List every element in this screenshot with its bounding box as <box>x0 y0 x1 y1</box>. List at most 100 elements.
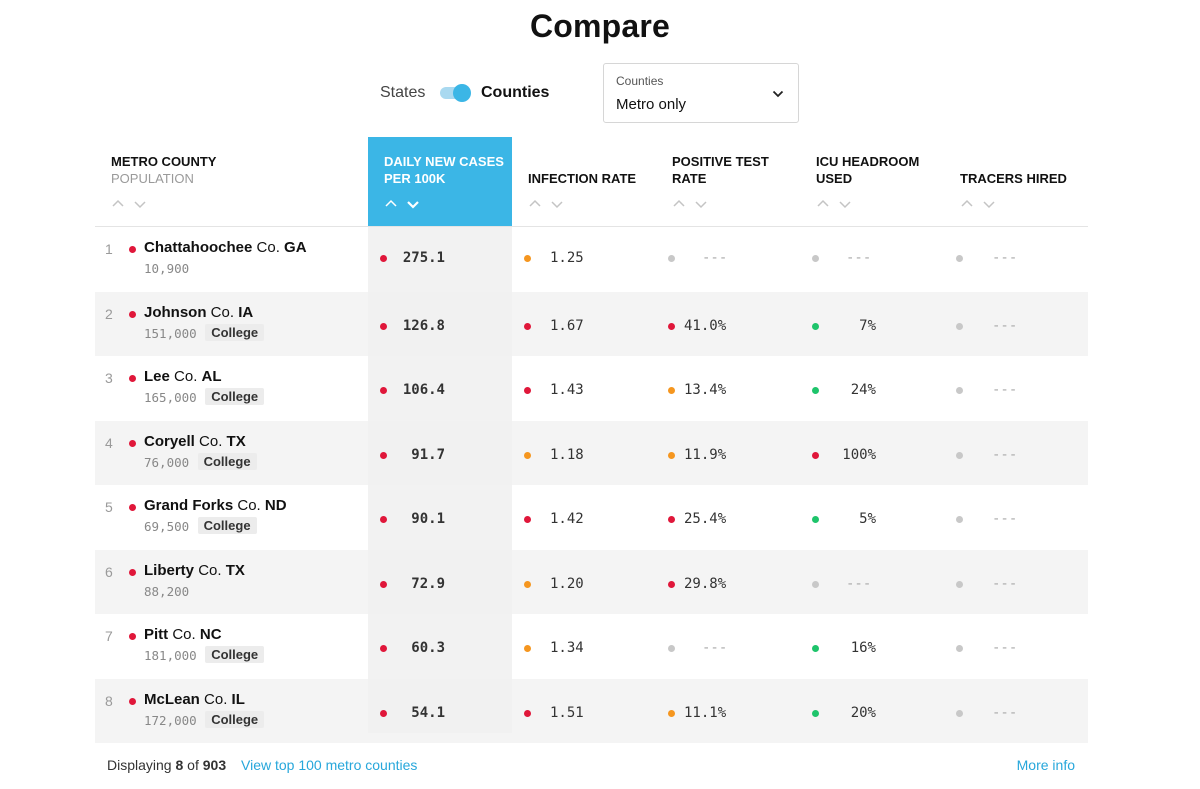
states-counties-toggle[interactable] <box>440 84 471 102</box>
sort-descending-icon[interactable] <box>133 197 147 211</box>
status-dot <box>956 255 963 262</box>
county-suffix: Co. <box>204 690 228 708</box>
sort-ascending-icon[interactable] <box>816 197 830 211</box>
county-suffix: Co. <box>199 432 223 450</box>
county-name[interactable]: Grand Forks Co. ND <box>144 497 287 514</box>
column-header-icu[interactable]: ICU HEADROOM USED <box>800 137 944 226</box>
column-header-cases[interactable]: DAILY NEW CASES PER 100K <box>368 137 512 226</box>
county-name-text: Grand Forks <box>144 497 234 514</box>
sort-controls[interactable] <box>960 197 1000 211</box>
sort-controls[interactable] <box>384 197 424 211</box>
metric-icu: 24% <box>850 382 876 398</box>
county-name[interactable]: Chattahoochee Co. GA <box>144 239 307 256</box>
college-badge: College <box>197 517 257 534</box>
county-name[interactable]: Lee Co. AL <box>144 368 222 385</box>
county-suffix: Co. <box>237 497 261 514</box>
county-suffix: Co. <box>256 239 280 256</box>
sort-descending-icon[interactable] <box>982 197 996 211</box>
status-dot <box>956 516 963 523</box>
sort-descending-icon[interactable] <box>838 197 852 211</box>
sort-ascending-icon[interactable] <box>528 197 542 211</box>
metric-infection: 1.20 <box>550 575 584 592</box>
sort-ascending-icon[interactable] <box>672 197 686 211</box>
metric-cases: 90.1 <box>411 511 445 527</box>
view-top-100-link[interactable]: View top 100 metro counties <box>241 757 417 773</box>
college-badge: College <box>205 388 265 405</box>
sort-ascending-icon[interactable] <box>960 197 974 211</box>
counties-filter-dropdown[interactable]: Counties Metro only <box>603 63 799 123</box>
table-row[interactable]: 5 Grand Forks Co. ND 69,500 College 90.1 1.42… <box>95 485 1088 550</box>
metric-infection: 1.43 <box>550 382 584 398</box>
status-dot <box>380 645 387 652</box>
row-rank: 3 <box>105 370 113 386</box>
row-rank: 7 <box>105 628 113 644</box>
status-dot <box>129 375 136 382</box>
status-dot <box>668 709 675 717</box>
table-footer: Displaying 8 of 903 View top 100 metro c… <box>0 757 1200 777</box>
metric-cases: 54.1 <box>411 704 445 721</box>
state-code: NC <box>199 626 222 643</box>
compare-controls: States Counties Counties Metro only <box>0 63 1200 125</box>
row-rank: 4 <box>105 434 113 451</box>
toggle-label-states[interactable]: States <box>380 84 425 102</box>
county-name-text: Johnson <box>144 303 207 321</box>
population: 172,000 <box>144 712 197 728</box>
table-row[interactable]: 4 Coryell Co. TX 76,000 College 91.7 1.18 11.9… <box>95 420 1088 485</box>
sort-controls[interactable] <box>816 197 856 211</box>
status-dot <box>956 322 963 330</box>
status-dot <box>956 580 963 588</box>
metric-positive: 13.4% <box>684 382 727 398</box>
county-name[interactable]: McLean Co. IL <box>144 691 245 708</box>
status-dot <box>956 451 963 459</box>
status-dot <box>524 516 531 523</box>
more-info-link[interactable]: More info <box>1017 757 1075 773</box>
county-suffix: Co. <box>198 561 222 579</box>
table-row[interactable]: 1 Chattahoochee Co. GA 10,900 275.1 1.25 --- -… <box>95 227 1088 292</box>
sort-controls[interactable] <box>111 197 151 211</box>
metric-positive: 25.4% <box>684 511 727 527</box>
table-row[interactable]: 3 Lee Co. AL 165,000 College 106.4 1.43 13.4% 2… <box>95 356 1088 421</box>
column-subtitle: POPULATION <box>111 171 194 186</box>
table-row[interactable]: 7 Pitt Co. NC 181,000 College 60.3 1.34 --- 16%… <box>95 614 1088 679</box>
status-dot <box>129 310 136 318</box>
column-header-positive[interactable]: POSITIVE TEST RATE <box>656 137 800 226</box>
sort-ascending-icon[interactable] <box>384 197 398 211</box>
row-rank: 5 <box>105 499 113 515</box>
sort-descending-icon[interactable] <box>550 197 564 211</box>
column-title: POSITIVE TEST RATE <box>672 154 769 186</box>
status-dot <box>668 645 675 652</box>
column-header-infection[interactable]: INFECTION RATE <box>512 137 656 226</box>
county-name[interactable]: Pitt Co. NC <box>144 626 222 643</box>
county-name[interactable]: Johnson Co. IA <box>144 304 253 321</box>
metric-positive: 11.1% <box>684 704 727 721</box>
toggle-knob[interactable] <box>453 84 471 102</box>
column-header-tracers[interactable]: TRACERS HIRED <box>944 137 1088 226</box>
sort-controls[interactable] <box>672 197 712 211</box>
county-name-text: McLean <box>144 690 200 708</box>
metric-positive: 29.8% <box>684 575 727 592</box>
county-name-text: Liberty <box>144 561 195 579</box>
county-name[interactable]: Coryell Co. TX <box>144 433 246 450</box>
metric-icu: 16% <box>850 640 876 656</box>
status-dot <box>380 709 387 717</box>
status-dot <box>812 255 819 262</box>
status-dot <box>380 580 387 588</box>
table-row[interactable]: 2 Johnson Co. IA 151,000 College 126.8 1.67 41… <box>95 291 1088 356</box>
population: 88,200 <box>144 583 190 599</box>
table-row[interactable]: 6 Liberty Co. TX 88,200 72.9 1.20 29.8% --- --- <box>95 549 1088 614</box>
metric-positive: 11.9% <box>684 446 727 463</box>
toggle-label-counties[interactable]: Counties <box>481 84 549 102</box>
dropdown-value: Metro only <box>616 96 687 113</box>
status-dot <box>524 709 531 717</box>
status-dot <box>812 451 819 459</box>
metric-tracers: --- <box>992 446 1018 463</box>
state-code: GA <box>284 239 307 256</box>
county-name[interactable]: Liberty Co. TX <box>144 562 245 579</box>
table-row[interactable]: 8 McLean Co. IL 172,000 College 54.1 1.51 11.1… <box>95 678 1088 743</box>
sort-ascending-icon[interactable] <box>111 197 125 211</box>
column-header-county[interactable]: METRO COUNTY POPULATION <box>95 137 368 226</box>
sort-descending-icon[interactable] <box>694 197 708 211</box>
population: 151,000 <box>144 325 197 341</box>
sort-controls[interactable] <box>528 197 568 211</box>
sort-descending-icon[interactable] <box>406 197 420 211</box>
